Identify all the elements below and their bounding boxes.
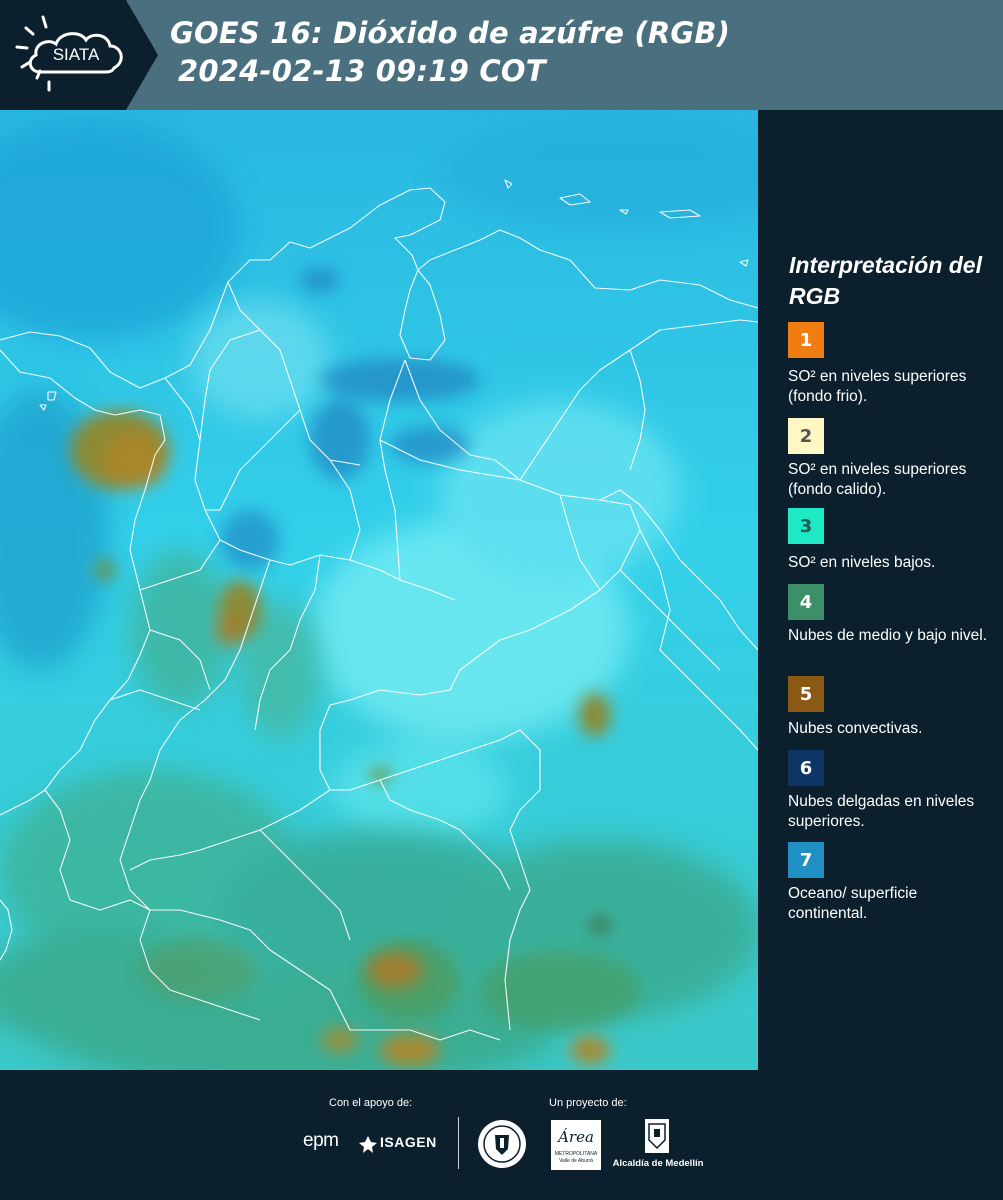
- isagen-logo[interactable]: ISAGEN: [358, 1132, 442, 1156]
- legend-label-4: Nubes de medio y bajo nivel.: [788, 627, 988, 644]
- legend-label-5: Nubes convectivas.: [788, 720, 923, 737]
- legend-swatch-4: 4: [788, 584, 824, 620]
- isagen-logo-text: ISAGEN: [380, 1134, 437, 1150]
- area-logo-sub1: METROPOLITANA: [554, 1151, 598, 1157]
- timestamp: 2024-02-13 09:19 COT: [178, 54, 546, 88]
- footer-divider: [458, 1117, 459, 1169]
- alcaldia-medellin-logo[interactable]: Alcaldía de Medellín: [612, 1118, 704, 1172]
- area-metropolitana-logo[interactable]: Área METROPOLITANA Valle de Aburrá: [551, 1120, 601, 1170]
- legend-swatch-2: 2: [788, 418, 824, 454]
- legend-swatch-3: 3: [788, 508, 824, 544]
- legend-label-2: SO² en niveles superiores (fondo calido)…: [788, 461, 967, 498]
- legend-number: 3: [799, 515, 813, 537]
- university-seal-icon[interactable]: [477, 1119, 527, 1169]
- page-title: GOES 16: Dióxido de azúfre (RGB): [170, 16, 731, 50]
- medellin-logo-text: Alcaldía de Medellín: [612, 1158, 704, 1169]
- legend-swatch-5: 5: [788, 676, 824, 712]
- legend-swatch-6: 6: [788, 750, 824, 786]
- isagen-mark-icon: [359, 1136, 377, 1153]
- satellite-map[interactable]: [0, 110, 758, 1070]
- legend-label-1: SO² en niveles superiores (fondo frio).: [788, 368, 967, 405]
- siata-logo[interactable]: SIATA: [0, 0, 158, 110]
- legend-number: 5: [799, 683, 813, 705]
- area-logo-text: Área: [558, 1128, 594, 1146]
- epm-logo-text: epm: [303, 1130, 339, 1151]
- header: SIATA GOES 16: Dióxido de azúfre (RGB) 2…: [0, 0, 1003, 110]
- legend-swatch-1: 1: [788, 322, 824, 358]
- legend-panel: Interpretación del RGB 1 SO² en niveles …: [770, 110, 1003, 1070]
- legend-swatch-7: 7: [788, 842, 824, 878]
- legend-label-6: Nubes delgadas en niveles superiores.: [788, 793, 975, 830]
- legend-number: 4: [799, 591, 813, 613]
- legend-number: 2: [799, 425, 813, 447]
- area-logo-sub2: Valle de Aburrá: [559, 1158, 593, 1164]
- support-caption: Con el apoyo de:: [329, 1097, 413, 1109]
- medellin-shield-icon: [645, 1119, 669, 1153]
- siata-logo-text: SIATA: [53, 45, 100, 64]
- epm-logo[interactable]: epm: [303, 1130, 357, 1156]
- project-caption: Un proyecto de:: [549, 1097, 627, 1109]
- footer: Con el apoyo de: Un proyecto de: epm ISA…: [0, 1070, 1003, 1200]
- legend-number: 1: [799, 329, 813, 351]
- legend-number: 7: [799, 849, 813, 871]
- rgb-image: [0, 110, 758, 1070]
- legend-label-7: Oceano/ superficie continental.: [788, 885, 918, 922]
- legend-number: 6: [799, 757, 813, 779]
- legend-title: Interpretación del RGB: [789, 252, 982, 309]
- legend-label-3: SO² en niveles bajos.: [788, 554, 936, 571]
